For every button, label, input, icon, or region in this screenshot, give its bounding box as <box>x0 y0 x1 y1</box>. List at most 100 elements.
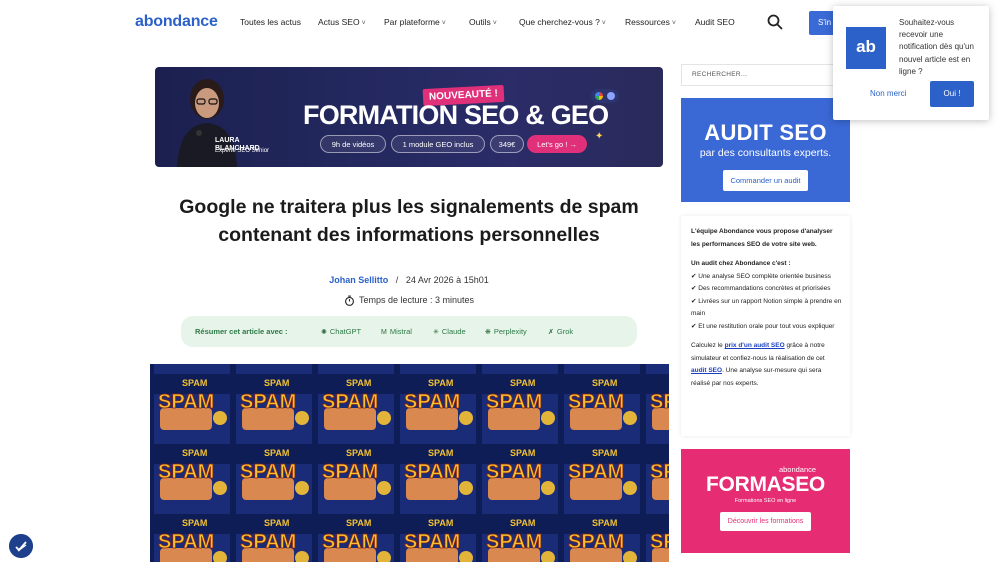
audit-price-link[interactable]: prix d'un audit SEO <box>725 342 785 349</box>
svg-text:SPAM: SPAM <box>346 378 371 388</box>
svg-text:SPAM: SPAM <box>486 461 542 483</box>
spam-can: SPAMSPAM <box>400 518 476 562</box>
spam-can: SPAMSPAM <box>236 378 312 444</box>
notification-accept-button[interactable]: Oui ! <box>930 81 974 107</box>
spam-can: SPAM SPAM <box>482 378 558 444</box>
svg-text:SPAM: SPAM <box>158 531 214 553</box>
svg-text:SPAM: SPAM <box>240 461 296 483</box>
svg-text:SPAM: SPAM <box>182 518 207 528</box>
spam-can: SPAMSPAM <box>318 364 394 374</box>
svg-text:SPAM: SPAM <box>158 461 214 483</box>
summarize-grok[interactable]: ✗ Grok <box>548 327 573 336</box>
chevron-down-icon: ˅ <box>441 20 446 27</box>
discover-trainings-button[interactable]: Découvrir les formations <box>719 512 812 531</box>
svg-text:SPAM: SPAM <box>322 531 378 553</box>
audit-list-item: ✔ Des recommandations concrètes et prior… <box>691 285 831 292</box>
audit-list-item: ✔ Livrées sur un rapport Notion simple à… <box>691 297 842 318</box>
reading-time: Temps de lecture : 3 minutes <box>160 295 658 307</box>
svg-text:SPAM: SPAM <box>486 531 542 553</box>
chevron-down-icon: ˅ <box>601 20 606 27</box>
spam-can: SPAMSPAM <box>318 518 394 562</box>
chevron-down-icon: ˅ <box>492 20 497 27</box>
formation-banner[interactable]: LAURA BLANCHARD Experte SEO Senior NOUVE… <box>155 67 663 167</box>
abondance-logo-icon: ab <box>846 27 886 69</box>
perplexity-icon: ❋ <box>485 329 491 336</box>
svg-text:SPAM: SPAM <box>158 391 214 413</box>
audit-seo-ad: AUDIT SEO par des consultants experts. C… <box>681 98 850 202</box>
push-notification-prompt: ab Souhaitez-vous recevoir une notificat… <box>833 6 989 120</box>
outro-text: Calculez le <box>691 342 723 349</box>
ai-icon <box>607 92 615 100</box>
nav-item-ressources[interactable]: Ressources ˅ <box>625 17 676 27</box>
svg-text:SPAM: SPAM <box>428 378 453 388</box>
instructor-role: Experte SEO Senior <box>215 148 270 154</box>
sparkle-icon: ✦ <box>595 131 604 142</box>
notification-decline-button[interactable]: Non merci <box>870 89 906 98</box>
audit-intro: L'équipe Abondance vous propose d'analys… <box>691 228 833 248</box>
spam-can: SPAMSPAM <box>154 364 230 374</box>
nav-label: Audit SEO <box>695 17 735 27</box>
nav-item-que-cherchez-vous[interactable]: Que cherchez-vous ? ˅ <box>519 17 606 27</box>
spam-can: SPAM SPAM <box>154 518 230 562</box>
spam-can: SPAMSPAM <box>564 448 640 514</box>
svg-text:SPAM: SPAM <box>404 461 460 483</box>
google-chip <box>591 89 619 103</box>
site-logo[interactable]: abondance <box>135 13 218 31</box>
search-icon[interactable] <box>767 14 783 30</box>
summarize-perplexity[interactable]: ❋ Perplexity <box>485 327 527 336</box>
banner-pill-price: 349€ <box>490 135 524 153</box>
audit-list-title: Un audit chez Abondance c'est : <box>691 260 791 267</box>
audit-info-box: L'équipe Abondance vous propose d'analys… <box>681 216 850 436</box>
svg-text:SPAM: SPAM <box>240 531 296 553</box>
spam-can: SPAMSPAM <box>400 364 476 374</box>
svg-text:SPAM: SPAM <box>486 391 542 413</box>
banner-go-button[interactable]: Let's go ! → <box>527 135 587 153</box>
spam-cans-illustration: SPAM SPAM SPAM SPAM SPAM SPAM SPAM SPAM SPAM SPAM… <box>154 364 669 562</box>
publish-date: 24 Avr 2026 à 15h01 <box>405 275 489 285</box>
nav-item-outils[interactable]: Outils ˅ <box>469 17 497 27</box>
order-audit-button[interactable]: Commander un audit <box>723 170 808 191</box>
audit-list-item: ✔ Une analyse SEO complète orientée busi… <box>691 272 831 280</box>
nav-label: Par plateforme <box>384 17 440 27</box>
spam-can: SPAM SPAM <box>564 378 640 444</box>
svg-text:SPAM: SPAM <box>264 448 289 458</box>
svg-text:SPAM: SPAM <box>182 448 207 458</box>
svg-text:SPAM: SPAM <box>510 378 535 388</box>
nav-item-actus-seo[interactable]: Actus SEO ˅ <box>318 17 366 27</box>
spam-can: SPAMSPAM <box>482 518 558 562</box>
summarize-mistral[interactable]: M Mistral <box>381 327 412 336</box>
svg-text:SPAM: SPAM <box>322 461 378 483</box>
svg-text:SPAM: SPAM <box>404 391 460 413</box>
svg-text:SPAM: SPAM <box>592 518 617 528</box>
summarize-chatgpt[interactable]: ✺ ChatGPT <box>321 327 361 336</box>
svg-text:SPAM: SPAM <box>404 531 460 553</box>
svg-text:SPAM: SPAM <box>568 531 624 553</box>
spam-can: SPAMSPAM <box>646 364 669 374</box>
nav-label: Toutes les actus <box>240 17 301 27</box>
spam-can: SPAMSPAM <box>154 378 230 444</box>
formaseo-title: FORMASEO <box>706 473 825 496</box>
summarize-label: Résumer cet article avec : <box>195 327 288 336</box>
spam-can: SPAMSPAM <box>564 364 640 374</box>
summarize-claude[interactable]: ✳ Claude <box>433 327 466 336</box>
svg-text:SPAM: SPAM <box>568 391 624 413</box>
nav-item-par-plateforme[interactable]: Par plateforme ˅ <box>384 17 446 27</box>
spam-can: SPAM SPAM <box>154 448 230 514</box>
spam-can: SPAMSPAM <box>236 518 312 562</box>
cookie-settings-icon[interactable] <box>9 534 33 558</box>
audit-seo-link[interactable]: audit SEO <box>691 367 722 374</box>
chevron-down-icon: ˅ <box>361 20 366 27</box>
banner-pill-module: 1 module GEO inclus <box>391 135 485 153</box>
spam-can: SPAMSPAM <box>400 448 476 514</box>
nav-item-audit-seo[interactable]: Audit SEO <box>695 17 735 27</box>
grok-icon: ✗ <box>548 329 554 336</box>
banner-pill-videos: 9h de vidéos <box>320 135 386 153</box>
audit-title: AUDIT SEO <box>704 120 827 145</box>
nav-item-toutes-les-actus[interactable]: Toutes les actus <box>240 17 301 27</box>
sidebar-search-input[interactable]: RECHERCHER... <box>681 64 850 86</box>
author-link[interactable]: Johan Sellitto <box>329 275 388 285</box>
svg-text:SPAM: SPAM <box>592 378 617 388</box>
spam-can: SPAMSPAM <box>236 364 312 374</box>
spam-can: SPAMSPAM <box>318 378 394 444</box>
meta-separator: / <box>395 275 399 285</box>
